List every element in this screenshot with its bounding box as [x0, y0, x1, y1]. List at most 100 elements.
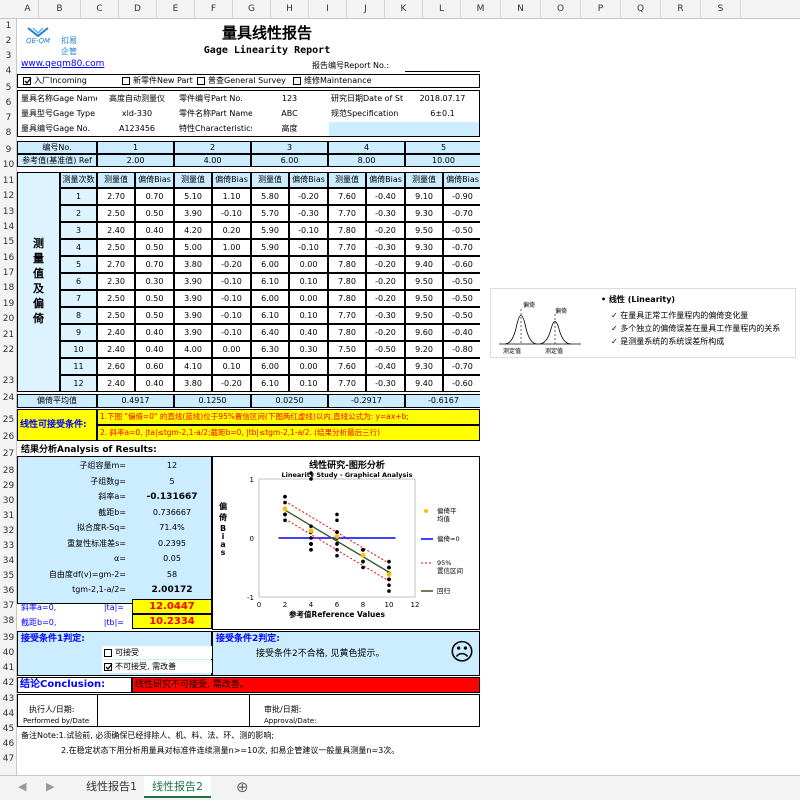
meas-cell[interactable]: 4.20 [174, 222, 212, 239]
meas-cell[interactable]: 3.90 [174, 307, 212, 324]
row-header-27[interactable]: 27 [0, 447, 17, 461]
accept1-opt1[interactable]: 可接受 [102, 646, 212, 659]
checkbox-general-survey[interactable]: 普查General Survey [195, 75, 295, 87]
row-header-10[interactable]: 10 [0, 158, 17, 172]
meas-cell[interactable]: 2.50 [97, 239, 135, 256]
column-header-c[interactable]: C [81, 0, 119, 19]
row-header-44[interactable]: 44 [0, 707, 17, 721]
meas-cell[interactable]: 7.70 [328, 375, 366, 392]
row-header-24[interactable]: 24 [0, 391, 17, 405]
row-header-45[interactable]: 45 [0, 722, 17, 736]
row-header-36[interactable]: 36 [0, 584, 17, 598]
checkbox-icon[interactable] [122, 77, 130, 85]
row-header-2[interactable]: 2 [0, 34, 17, 48]
row-header-14[interactable]: 14 [0, 220, 17, 234]
meas-cell[interactable]: 7.70 [328, 239, 366, 256]
row-header-4[interactable]: 4 [0, 64, 17, 78]
meas-cell[interactable]: 4.00 [174, 341, 212, 358]
spec-value[interactable]: 6±0.1 [405, 107, 480, 121]
meas-cell[interactable]: 9.50 [405, 290, 443, 307]
empty-grid-area[interactable] [480, 19, 800, 775]
column-header-s[interactable]: S [701, 0, 741, 19]
row-header-47[interactable]: 47 [0, 752, 17, 766]
column-header-n[interactable]: N [501, 0, 541, 19]
exec-input[interactable] [97, 695, 250, 726]
row-header-42[interactable]: 42 [0, 676, 17, 690]
row-header-39[interactable]: 39 [0, 631, 17, 645]
meas-cell[interactable]: 2.50 [97, 290, 135, 307]
meas-cell[interactable]: 2.50 [97, 205, 135, 222]
meas-cell[interactable]: 5.70 [251, 205, 289, 222]
meas-cell[interactable]: 9.30 [405, 239, 443, 256]
column-header-k[interactable]: K [385, 0, 423, 19]
column-header-e[interactable]: E [157, 0, 195, 19]
tab-linearity-report-1[interactable]: 线性报告1 [78, 776, 146, 798]
column-header-q[interactable]: Q [621, 0, 661, 19]
website-link[interactable]: www.qeqm80.com [19, 58, 139, 71]
row-header-18[interactable]: 18 [0, 281, 17, 295]
row-header-13[interactable]: 13 [0, 205, 17, 219]
meas-cell[interactable]: 6.10 [251, 375, 289, 392]
row-header-33[interactable]: 33 [0, 539, 17, 553]
row-header-19[interactable]: 19 [0, 297, 17, 311]
checkbox-icon[interactable] [197, 77, 205, 85]
meas-cell[interactable]: 3.90 [174, 205, 212, 222]
meas-cell[interactable]: 9.50 [405, 222, 443, 239]
ref-value-2[interactable]: 4.00 [174, 154, 251, 167]
row-header-17[interactable]: 17 [0, 266, 17, 280]
linearity-chart[interactable]: 线性研究-图形分析Linearity Study - Graphical Ana… [213, 457, 480, 631]
meas-cell[interactable]: 9.30 [405, 205, 443, 222]
column-header-j[interactable]: J [347, 0, 385, 19]
checkbox-maintenance[interactable]: 维修Maintenance [291, 75, 391, 87]
column-header-g[interactable]: G [233, 0, 271, 19]
row-header-28[interactable]: 28 [0, 464, 17, 478]
gage-no-value[interactable]: A123456 [97, 122, 177, 136]
meas-cell[interactable]: 2.40 [97, 375, 135, 392]
meas-cell[interactable]: 9.40 [405, 256, 443, 273]
column-header-i[interactable]: I [309, 0, 347, 19]
ref-value-3[interactable]: 6.00 [251, 154, 328, 167]
tab-linearity-report-2[interactable]: 线性报告2 [144, 776, 211, 798]
add-sheet-icon[interactable]: ⊕ [228, 776, 257, 798]
meas-cell[interactable]: 5.90 [251, 239, 289, 256]
meas-cell[interactable]: 5.80 [251, 188, 289, 205]
char-value[interactable]: 高度 [252, 122, 327, 136]
checkbox-incoming[interactable]: 入厂Incoming [21, 75, 101, 87]
row-header-35[interactable]: 35 [0, 569, 17, 583]
part-name-value[interactable]: ABC [252, 107, 327, 121]
checkbox-icon[interactable] [104, 662, 113, 671]
row-header-43[interactable]: 43 [0, 692, 17, 706]
ref-value-1[interactable]: 2.00 [97, 154, 174, 167]
approve-input[interactable] [347, 695, 479, 726]
checkbox-icon[interactable] [23, 77, 32, 85]
row-header-3[interactable]: 3 [0, 49, 17, 63]
meas-cell[interactable]: 7.70 [328, 205, 366, 222]
meas-cell[interactable]: 6.30 [251, 341, 289, 358]
column-header-h[interactable]: H [271, 0, 309, 19]
column-header-a[interactable]: A [17, 0, 39, 19]
meas-cell[interactable]: 6.00 [251, 358, 289, 375]
row-header-37[interactable]: 37 [0, 599, 17, 613]
meas-cell[interactable]: 6.10 [251, 273, 289, 290]
row-header-26[interactable]: 26 [0, 430, 17, 444]
meas-cell[interactable]: 2.70 [97, 256, 135, 273]
tab-nav-left-icon[interactable]: ◀ [10, 776, 34, 798]
row-header-1[interactable]: 1 [0, 19, 17, 33]
ref-value-4[interactable]: 8.00 [328, 154, 405, 167]
column-header-o[interactable]: O [541, 0, 581, 19]
row-header-31[interactable]: 31 [0, 509, 17, 523]
meas-cell[interactable]: 7.80 [328, 290, 366, 307]
gage-name-value[interactable]: 高度自动测量仪 [97, 92, 177, 106]
row-header-16[interactable]: 16 [0, 251, 17, 265]
row-header-11[interactable]: 11 [0, 174, 17, 188]
meas-cell[interactable]: 2.30 [97, 273, 135, 290]
meas-cell[interactable]: 9.50 [405, 307, 443, 324]
meas-cell[interactable]: 2.60 [97, 358, 135, 375]
meas-cell[interactable]: 9.30 [405, 358, 443, 375]
meas-cell[interactable]: 3.90 [174, 273, 212, 290]
row-header-12[interactable]: 12 [0, 189, 17, 203]
row-header-40[interactable]: 40 [0, 646, 17, 660]
chart-container[interactable]: 线性研究-图形分析 Linearity Study - Graphical Ana… [212, 456, 480, 630]
row-header-38[interactable]: 38 [0, 614, 17, 628]
meas-cell[interactable]: 9.50 [405, 273, 443, 290]
